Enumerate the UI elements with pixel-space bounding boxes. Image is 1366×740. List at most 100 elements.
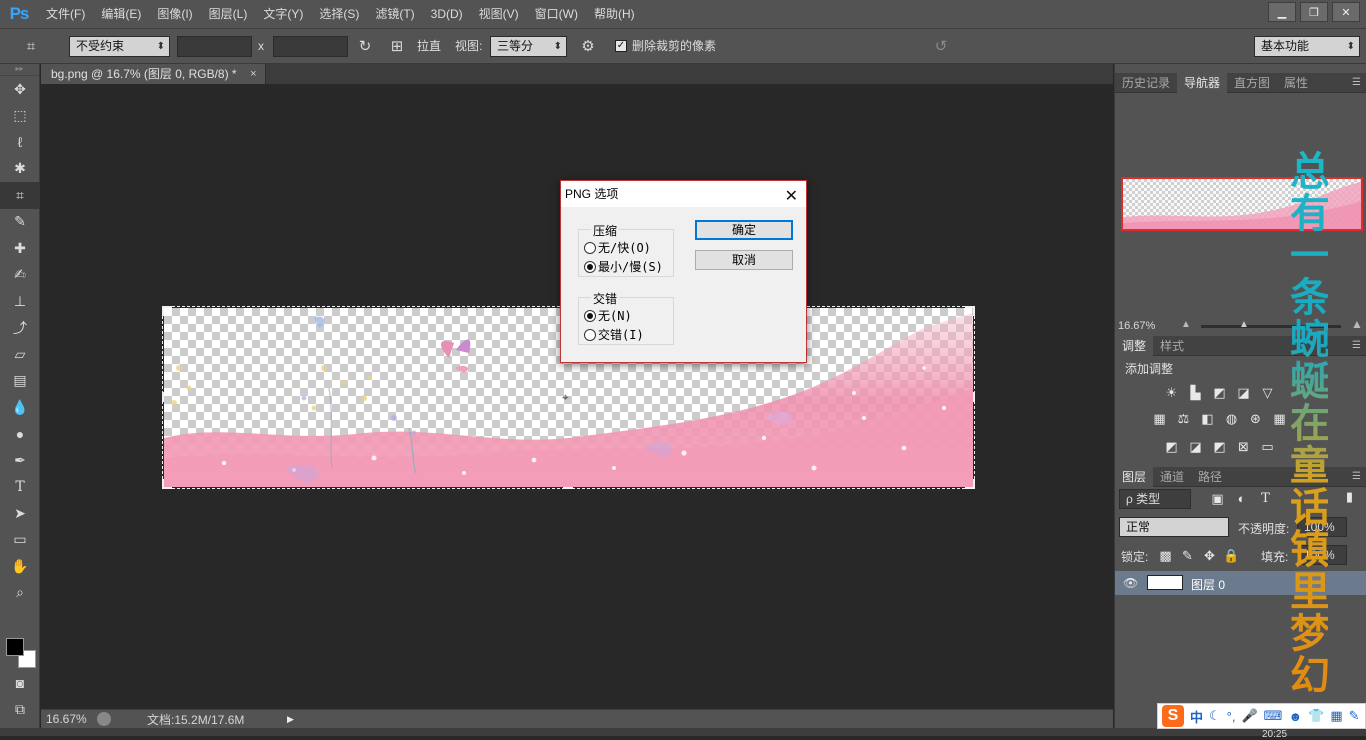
minimize-button[interactable]: ▁ [1268,2,1296,22]
dialog-title-bar[interactable]: PNG 选项 ✕ [561,181,806,207]
panel-menu-icon[interactable]: ☰ [1352,73,1361,93]
height-field[interactable] [273,36,348,57]
zoom-out-icon[interactable]: ▲ [1181,319,1191,330]
menu-layer[interactable]: 图层(L) [201,0,256,28]
ratio-select[interactable]: 不受约束 [69,36,170,57]
layer-name[interactable]: 图层 0 [1191,576,1225,593]
magic-wand-tool-icon[interactable]: ✱ [0,156,40,183]
crop-handle-right[interactable] [965,392,975,402]
menu-edit[interactable]: 编辑(E) [93,0,149,28]
menu-window[interactable]: 窗口(W) [527,0,586,28]
menu-image[interactable]: 图像(I) [149,0,200,28]
channel-mixer-icon[interactable]: ⊛ [1247,412,1264,426]
brush-tool-icon[interactable]: ✍ [0,262,40,289]
gradient-map-icon[interactable]: ▭ [1259,440,1276,454]
swap-dimensions-icon[interactable]: ↻ [355,36,375,57]
compression-none-option[interactable]: 无/快(O) [584,239,651,256]
interlace-on-option[interactable]: 交错(I) [584,326,644,343]
lock-all-icon[interactable]: 🔒 [1223,549,1240,563]
hue-saturation-icon[interactable]: ▦ [1151,412,1168,426]
zoom-in-icon[interactable]: ▲ [1351,317,1363,331]
punctuation-icon[interactable]: °, [1227,709,1236,724]
zoom-slider-thumb[interactable]: ▲ [1239,319,1249,330]
type-tool-icon[interactable]: T [0,474,40,501]
tab-adjustments[interactable]: 调整 [1115,336,1154,356]
healing-brush-tool-icon[interactable]: ✚ [0,235,40,262]
dodge-tool-icon[interactable]: ● [0,421,40,448]
posterize-icon[interactable]: ◪ [1187,440,1204,454]
black-white-icon[interactable]: ◧ [1199,412,1216,426]
gear-icon[interactable]: ⚙ [577,36,599,57]
toolbar-grip[interactable]: ▸▸ [0,64,39,76]
microphone-icon[interactable]: 🎤 [1241,708,1257,724]
panel-menu-icon[interactable]: ☰ [1352,336,1361,356]
workspace-select[interactable]: 基本功能 [1254,36,1360,57]
tab-layers[interactable]: 图层 [1115,467,1154,487]
tab-properties[interactable]: 属性 [1277,73,1315,93]
vibrance-icon[interactable]: ▽ [1259,386,1276,400]
rectangle-tool-icon[interactable]: ▭ [0,527,40,554]
sogou-logo[interactable]: S [1162,705,1184,727]
layer-filter-select[interactable]: ρ 类型 [1119,489,1191,509]
grid-icon[interactable]: ▦ [1330,708,1342,724]
foreground-color-swatch[interactable] [6,638,24,656]
quick-mask-icon[interactable]: ◙ [0,670,40,697]
compression-smallest-option[interactable]: 最小/慢(S) [584,258,663,275]
invert-icon[interactable]: ◩ [1163,440,1180,454]
width-field[interactable] [177,36,252,57]
status-arrow-icon[interactable]: ▶ [287,714,294,725]
wrench-icon[interactable]: ✎ [1349,708,1360,724]
ok-button[interactable]: 确定 [695,220,793,240]
history-brush-tool-icon[interactable]: ⤴ [0,315,40,342]
navigator-zoom-value[interactable]: 16.67% [1118,320,1155,332]
crop-handle-bottom[interactable] [563,479,573,489]
blend-mode-select[interactable]: 正常 [1119,517,1229,537]
crop-handle-left[interactable] [162,392,172,402]
status-zoom[interactable]: 16.67% [41,712,91,726]
tab-histogram[interactable]: 直方图 [1227,73,1277,93]
menu-3d[interactable]: 3D(D) [423,0,471,28]
keyboard-icon[interactable]: ⌨ [1264,708,1283,724]
screen-mode-icon[interactable]: ⧉ [0,696,40,723]
path-selection-tool-icon[interactable]: ➤ [0,500,40,527]
tab-channels[interactable]: 通道 [1153,467,1191,487]
tab-styles[interactable]: 样式 [1153,336,1191,356]
lock-pixels-icon[interactable]: ✎ [1179,549,1196,563]
crop-handle-bottom-left[interactable] [162,479,172,489]
tab-navigator[interactable]: 导航器 [1177,73,1228,93]
radio-selected-icon[interactable] [584,309,596,322]
menu-filter[interactable]: 滤镜(T) [367,0,422,28]
clone-stamp-tool-icon[interactable]: ⊥ [0,288,40,315]
blur-tool-icon[interactable]: 💧 [0,394,40,421]
close-window-button[interactable]: ✕ [1332,2,1360,22]
lock-position-icon[interactable]: ✥ [1201,549,1218,563]
exposure-icon[interactable]: ◪ [1235,386,1252,400]
hand-tool-icon[interactable]: ✋ [0,553,40,580]
menu-select[interactable]: 选择(S) [311,0,367,28]
ime-mode[interactable]: 中 [1190,707,1203,726]
color-balance-icon[interactable]: ⚖ [1175,412,1192,426]
user-icon[interactable]: ☻ [1288,709,1302,724]
menu-view[interactable]: 视图(V) [471,0,527,28]
layer-row[interactable]: 👁 图层 0 [1115,571,1366,595]
selective-color-icon[interactable]: ⊠ [1235,440,1252,454]
tab-history[interactable]: 历史记录 [1115,73,1177,93]
lock-transparent-icon[interactable]: ▩ [1157,549,1174,563]
radio-icon[interactable] [584,328,596,341]
crop-handle-top-right[interactable] [965,306,975,316]
close-icon[interactable]: × [250,64,256,84]
document-tab[interactable]: bg.png @ 16.7% (图层 0, RGB/8) * × [41,64,266,84]
gradient-tool-icon[interactable]: ▤ [0,368,40,395]
tab-paths[interactable]: 路径 [1191,467,1229,487]
filter-type-icon[interactable]: T [1257,492,1274,506]
eraser-tool-icon[interactable]: ▱ [0,341,40,368]
moon-icon[interactable]: ☾ [1209,708,1221,724]
crop-handle-bottom-right[interactable] [965,479,975,489]
curves-icon[interactable]: ◩ [1211,386,1228,400]
visibility-eye-icon[interactable]: 👁 [1123,576,1138,590]
straighten-icon[interactable]: ⊞ [387,36,407,57]
reset-icon[interactable]: ↺ [930,36,952,57]
filter-adjustment-icon[interactable]: ◐ [1233,492,1250,506]
levels-icon[interactable]: ▙ [1187,386,1204,400]
filter-pixel-icon[interactable]: ▣ [1209,492,1226,506]
